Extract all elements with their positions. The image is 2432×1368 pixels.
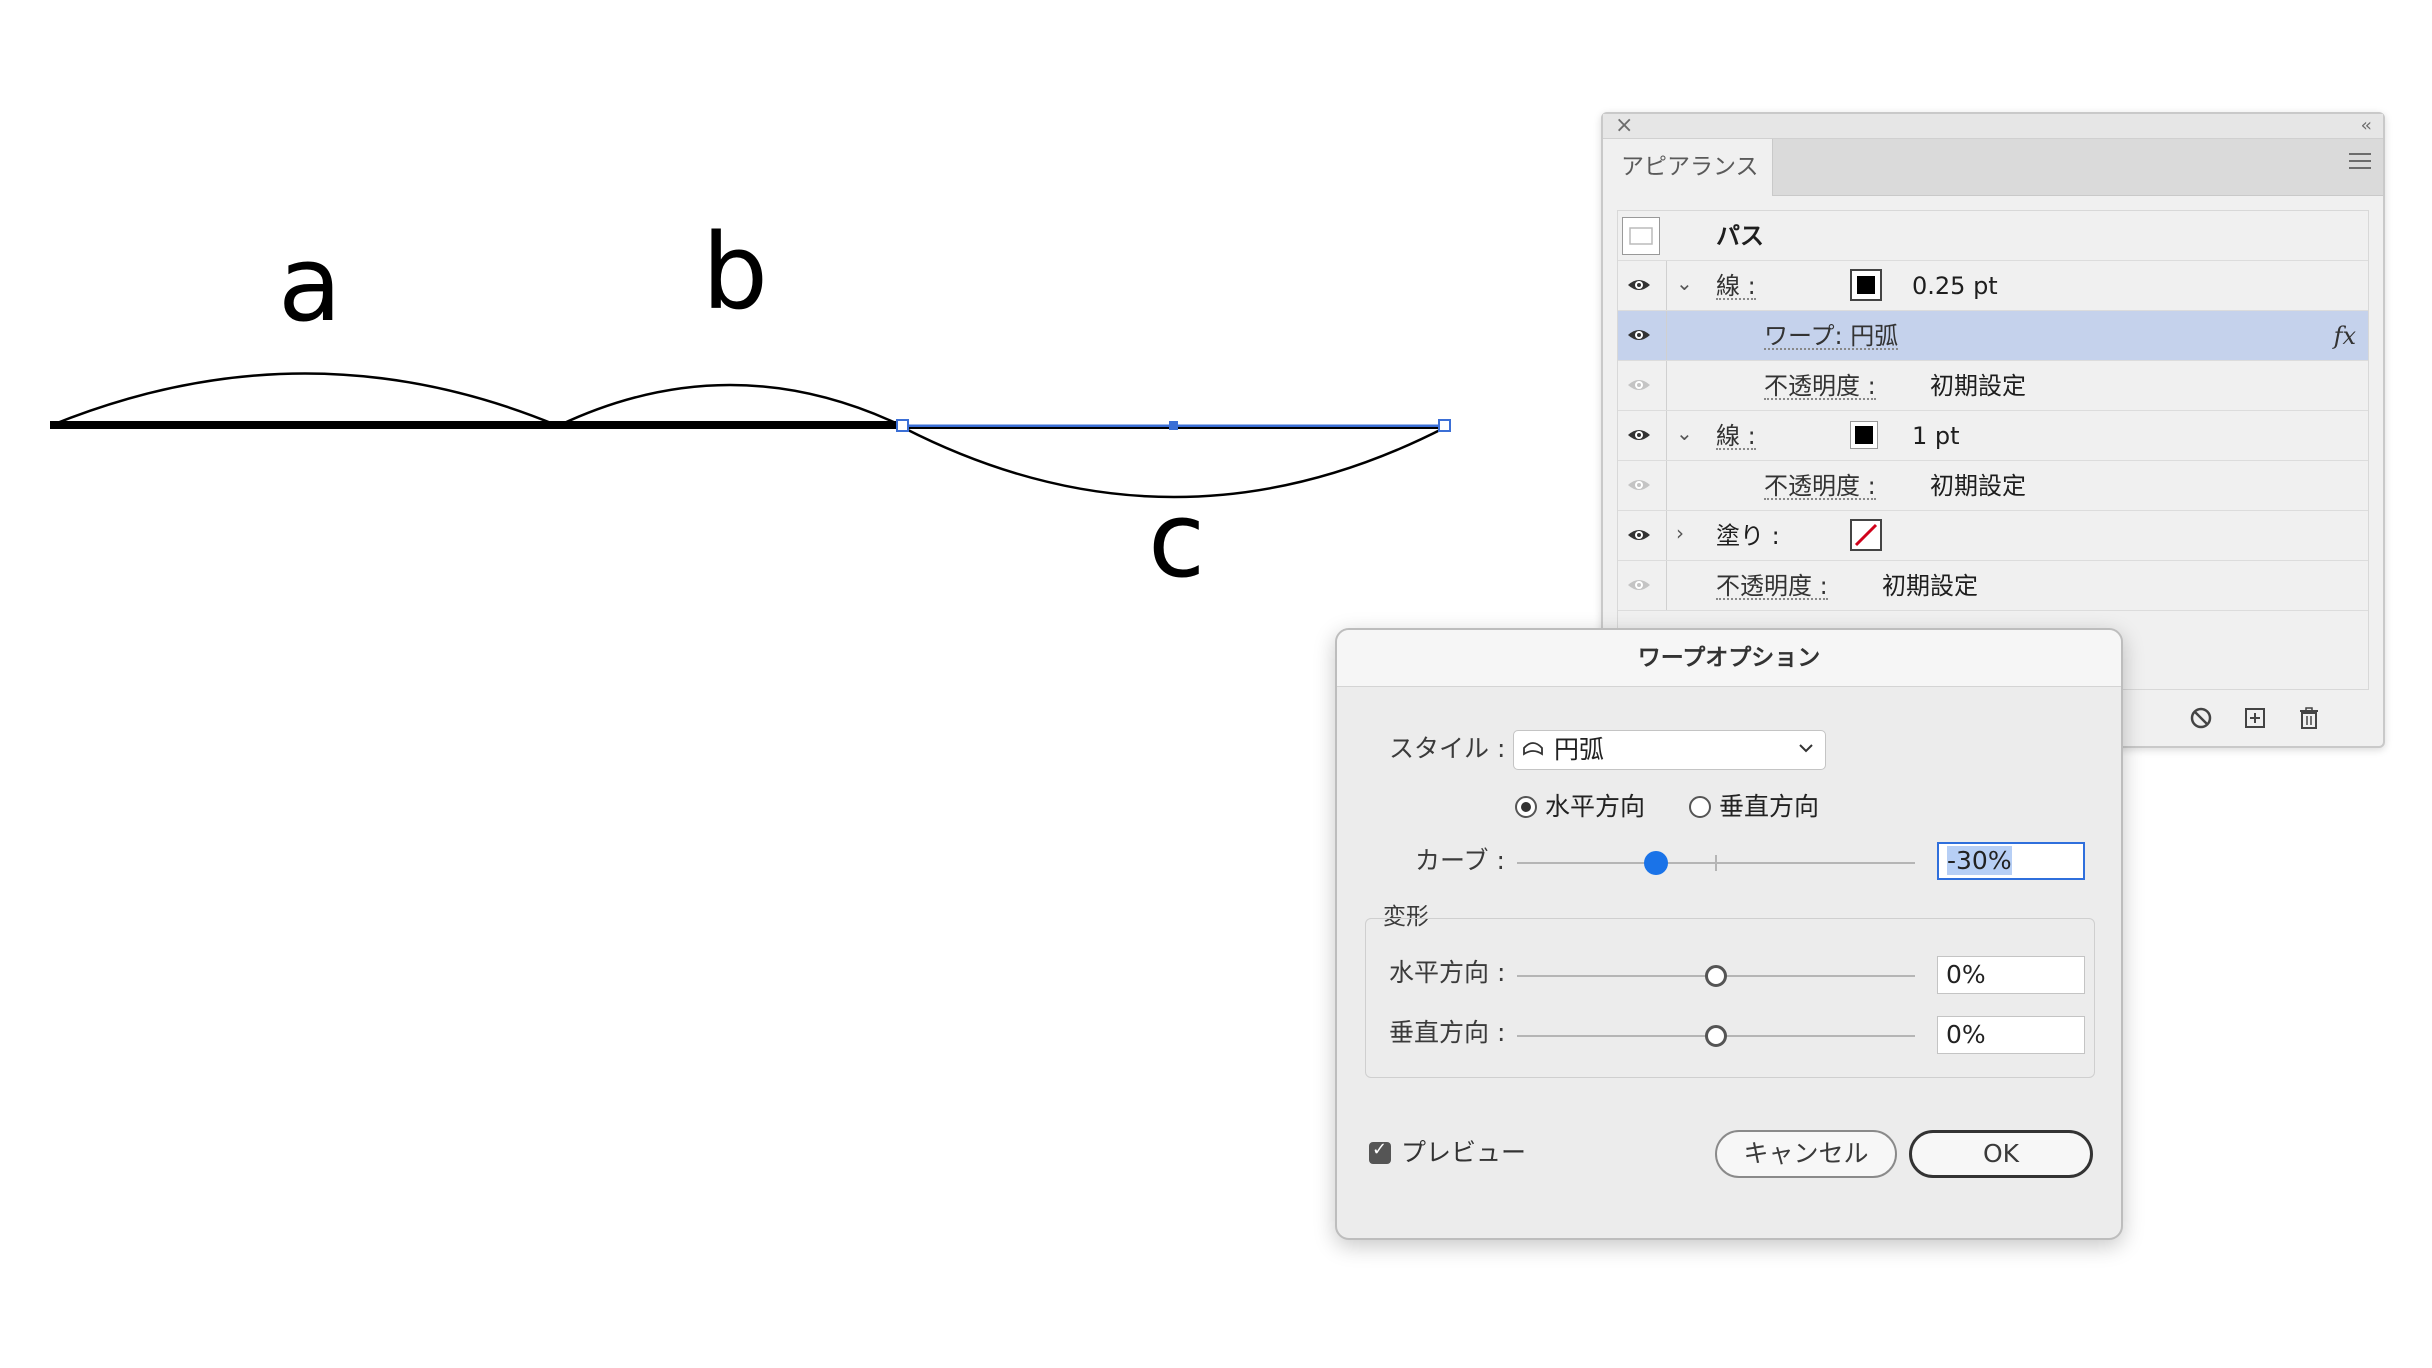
bend-value-field[interactable]: -30% <box>1937 842 2085 880</box>
opacity-value: 初期設定 <box>1882 572 1978 600</box>
vertical-radio[interactable] <box>1689 796 1711 818</box>
arc-style-icon <box>1523 742 1543 756</box>
arc-a[interactable] <box>51 372 557 427</box>
stroke-color-swatch[interactable] <box>1850 421 1878 449</box>
chevron-down-icon[interactable]: ⌄ <box>1676 271 1693 295</box>
chevron-down-icon[interactable]: ⌄ <box>1676 421 1693 445</box>
panel-menu-icon[interactable] <box>2349 153 2371 171</box>
path-title: パス <box>1716 222 1764 250</box>
anchor-point-left[interactable] <box>896 419 909 432</box>
distortion-vertical-label: 垂直方向 : <box>1389 1018 1506 1047</box>
fill-none-swatch[interactable] <box>1850 519 1882 551</box>
fx-icon: fx <box>2333 322 2356 350</box>
eye-icon[interactable] <box>1626 475 1652 495</box>
delete-icon[interactable] <box>2297 706 2321 730</box>
arc-b[interactable] <box>559 383 901 427</box>
panel-title-strip: × ‹‹ <box>1603 114 2383 139</box>
tab-appearance[interactable]: アピアランス <box>1603 139 1773 196</box>
appearance-row-warp[interactable]: ワープ: 円弧 fx <box>1618 311 2368 361</box>
close-icon[interactable]: × <box>1615 114 1633 138</box>
artboard[interactable]: a b c <box>0 0 1500 700</box>
style-dropdown[interactable]: 円弧 <box>1513 730 1826 770</box>
appearance-list: パス ⌄ 線 : 0.25 pt ワープ: 円弧 fx 不透明度 : 初期設定 <box>1617 210 2369 690</box>
opacity-label[interactable]: 不透明度 : <box>1764 461 1876 511</box>
dialog-titlebar: ワープオプション <box>1337 630 2121 687</box>
eye-icon[interactable] <box>1626 575 1652 595</box>
opacity-label[interactable]: 不透明度 : <box>1764 361 1876 411</box>
panel-tab-bar: アピアランス <box>1603 139 2383 196</box>
eye-icon[interactable] <box>1626 525 1652 545</box>
eye-icon[interactable] <box>1626 275 1652 295</box>
appearance-row-opacity-1[interactable]: 不透明度 : 初期設定 <box>1618 361 2368 411</box>
horizontal-radio-label[interactable]: 水平方向 <box>1545 792 1645 822</box>
stroke-label[interactable]: 線 : <box>1716 261 1756 311</box>
path-thumbnail <box>1622 217 1660 255</box>
fill-label[interactable]: 塗り : <box>1716 511 1780 561</box>
bend-label: カーブ : <box>1415 846 1505 875</box>
appearance-row-opacity-2[interactable]: 不透明度 : 初期設定 <box>1618 461 2368 511</box>
chevron-down-icon <box>1799 744 1813 753</box>
warp-options-dialog: ワープオプション スタイル : 円弧 水平方向 垂直方向 カーブ : -30% … <box>1335 628 2123 1240</box>
vertical-radio-label[interactable]: 垂直方向 <box>1719 792 1819 822</box>
opacity-label[interactable]: 不透明度 : <box>1716 561 1828 611</box>
appearance-row-path[interactable]: パス <box>1618 211 2368 261</box>
opacity-value: 初期設定 <box>1930 472 2026 500</box>
preview-label[interactable]: プレビュー <box>1401 1138 1526 1168</box>
eye-icon[interactable] <box>1626 425 1652 445</box>
distortion-horizontal-field[interactable]: 0% <box>1937 956 2085 994</box>
warp-effect-link[interactable]: ワープ: 円弧 <box>1764 311 1899 361</box>
distortion-group <box>1365 918 2095 1078</box>
distortion-horizontal-label: 水平方向 : <box>1389 958 1506 987</box>
style-value: 円弧 <box>1554 735 1605 764</box>
duplicate-item-icon[interactable] <box>2243 706 2267 730</box>
preview-checkbox[interactable] <box>1369 1139 1391 1164</box>
distortion-vertical-knob[interactable] <box>1705 1025 1727 1047</box>
horizontal-radio[interactable] <box>1515 796 1537 818</box>
appearance-row-opacity-3[interactable]: 不透明度 : 初期設定 <box>1618 561 2368 611</box>
stroke-weight-value[interactable]: 0.25 pt <box>1912 261 1998 311</box>
chevron-right-icon[interactable]: › <box>1676 521 1684 545</box>
label-a: a <box>278 223 342 345</box>
appearance-row-stroke-2[interactable]: ⌄ 線 : 1 pt <box>1618 411 2368 461</box>
stroke-label[interactable]: 線 : <box>1716 411 1756 461</box>
label-b: b <box>702 211 769 333</box>
ok-button[interactable]: OK <box>1909 1130 2093 1178</box>
cancel-button[interactable]: キャンセル <box>1715 1130 1897 1178</box>
stroke-weight-value[interactable]: 1 pt <box>1912 411 1960 461</box>
clear-appearance-icon[interactable] <box>2189 706 2213 730</box>
bend-slider-knob[interactable] <box>1644 851 1669 875</box>
eye-icon[interactable] <box>1626 375 1652 395</box>
opacity-value: 初期設定 <box>1930 372 2026 400</box>
appearance-row-fill[interactable]: › 塗り : <box>1618 511 2368 561</box>
bend-slider-center-tick <box>1715 855 1717 871</box>
label-c: c <box>1148 479 1206 601</box>
style-label: スタイル : <box>1389 734 1506 763</box>
anchor-point-center[interactable] <box>1169 421 1178 430</box>
distortion-vertical-field[interactable]: 0% <box>1937 1016 2085 1054</box>
appearance-row-stroke-1[interactable]: ⌄ 線 : 0.25 pt <box>1618 261 2368 311</box>
distortion-horizontal-knob[interactable] <box>1705 965 1727 987</box>
anchor-point-right[interactable] <box>1438 419 1451 432</box>
artwork-canvas[interactable] <box>0 0 1500 700</box>
stroke-color-swatch[interactable] <box>1850 269 1882 301</box>
eye-icon[interactable] <box>1626 325 1652 345</box>
dialog-title: ワープオプション <box>1637 645 1821 671</box>
collapse-panel-icon[interactable]: ‹‹ <box>2361 114 2373 138</box>
